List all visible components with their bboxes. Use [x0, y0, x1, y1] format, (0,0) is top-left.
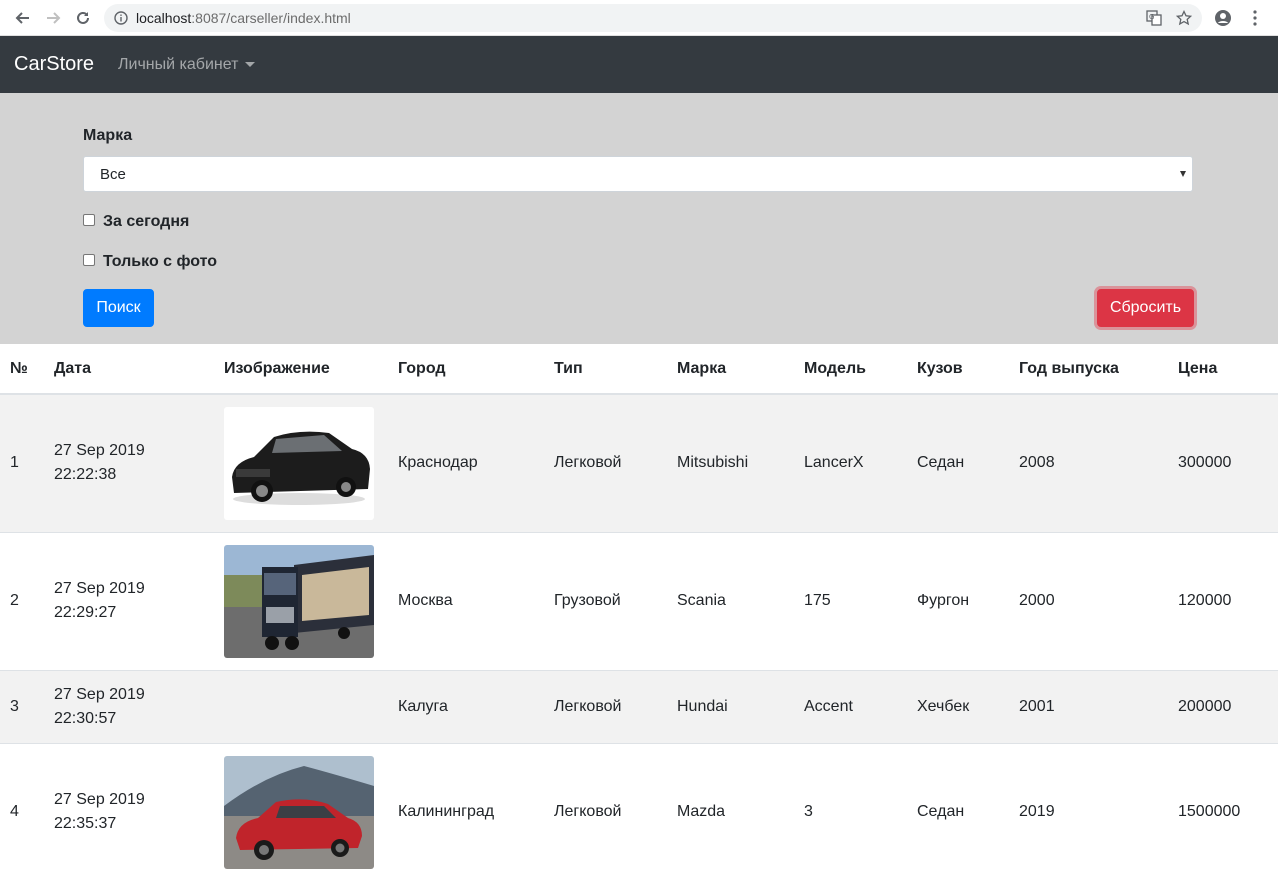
row-price: 300000 [1168, 393, 1278, 532]
forward-arrow-icon[interactable] [38, 3, 68, 33]
search-button[interactable]: Поиск [83, 289, 154, 327]
kebab-menu-icon[interactable] [1246, 9, 1264, 27]
select-arrow-icon [1180, 171, 1186, 177]
caret-down-icon [245, 62, 256, 67]
row-year: 2008 [1009, 393, 1168, 532]
table-row[interactable]: 4 27 Sep 2019 22:35:37 Калининград Легков… [0, 742, 1278, 881]
row-model: 3 [794, 742, 907, 881]
header-brand: Марка [667, 344, 794, 395]
row-city: Краснодар [388, 393, 544, 532]
car-photo-red-hatchback [224, 755, 374, 869]
photo-checkbox[interactable] [83, 254, 95, 266]
url-text: localhost:8087/carseller/index.html [136, 9, 351, 26]
brand-link[interactable]: CarStore [14, 53, 94, 76]
photo-checkbox-label[interactable]: Только с фото [103, 253, 217, 271]
row-city: Москва [388, 531, 544, 670]
row-body: Хечбек [907, 669, 1009, 743]
header-image: Изображение [214, 344, 388, 395]
row-body: Седан [907, 393, 1009, 532]
header-body: Кузов [907, 344, 1009, 395]
row-datetime: 27 Sep 2019 22:30:57 [44, 669, 214, 743]
row-city: Калининград [388, 742, 544, 881]
reload-icon[interactable] [68, 3, 98, 33]
row-number: 4 [0, 742, 44, 881]
account-dropdown-label: Личный кабинет [118, 55, 239, 73]
table-header-row: № Дата Изображение Город Тип Марка Модел… [0, 344, 1278, 395]
row-image-cell [214, 669, 388, 743]
row-body: Седан [907, 742, 1009, 881]
row-image-cell [214, 531, 388, 670]
row-model: 175 [794, 531, 907, 670]
row-year: 2001 [1009, 669, 1168, 743]
reset-button[interactable]: Сбросить [1097, 289, 1194, 327]
row-number: 3 [0, 669, 44, 743]
today-filter: За сегодня [83, 213, 189, 231]
brand-select-value: Все [100, 165, 126, 183]
row-price: 200000 [1168, 669, 1278, 743]
row-brand: Mitsubishi [667, 393, 794, 532]
header-type: Тип [544, 344, 667, 395]
info-icon[interactable] [114, 10, 128, 25]
row-brand: Hundai [667, 669, 794, 743]
row-datetime: 27 Sep 2019 22:22:38 [44, 393, 214, 532]
today-checkbox[interactable] [83, 214, 95, 226]
row-price: 120000 [1168, 531, 1278, 670]
row-model: Accent [794, 669, 907, 743]
row-datetime: 27 Sep 2019 22:29:27 [44, 531, 214, 670]
header-number: № [0, 344, 44, 395]
address-bar[interactable]: localhost:8087/carseller/index.html G [104, 3, 1202, 32]
header-year: Год выпуска [1009, 344, 1168, 395]
row-number: 1 [0, 393, 44, 532]
header-date: Дата [44, 344, 214, 395]
row-type: Легковой [544, 393, 667, 532]
header-city: Город [388, 344, 544, 395]
row-image-cell [214, 742, 388, 881]
car-photo-black-sedan [224, 406, 374, 520]
table-row[interactable]: 3 27 Sep 2019 22:30:57 Калуга Легковой Hu… [0, 669, 1278, 743]
header-price: Цена [1168, 344, 1278, 395]
svg-text:G: G [1149, 13, 1154, 21]
today-checkbox-label[interactable]: За сегодня [103, 213, 189, 231]
photo-filter: Только с фото [83, 253, 217, 271]
star-icon[interactable] [1176, 9, 1192, 26]
account-icon[interactable] [1214, 9, 1232, 27]
table-row[interactable]: 2 27 Sep 2019 22:29:27 Москва Грузовой S… [0, 531, 1278, 670]
listings-table: № Дата Изображение Город Тип Марка Модел… [0, 344, 1278, 881]
back-arrow-icon[interactable] [8, 3, 38, 33]
truck-photo [224, 544, 374, 658]
brand-filter-label: Марка [83, 127, 133, 144]
brand-select[interactable]: Все [83, 156, 1193, 192]
translate-icon[interactable]: G [1146, 9, 1162, 26]
row-brand: Mazda [667, 742, 794, 881]
app-navbar: CarStore Личный кабинет [0, 36, 1278, 93]
row-year: 2000 [1009, 531, 1168, 670]
row-type: Легковой [544, 669, 667, 743]
row-image-cell [214, 393, 388, 532]
browser-toolbar: localhost:8087/carseller/index.html G [0, 0, 1278, 36]
row-price: 1500000 [1168, 742, 1278, 881]
row-brand: Scania [667, 531, 794, 670]
row-city: Калуга [388, 669, 544, 743]
row-number: 2 [0, 531, 44, 670]
row-datetime: 27 Sep 2019 22:35:37 [44, 742, 214, 881]
row-body: Фургон [907, 531, 1009, 670]
table-row[interactable]: 1 27 Sep 2019 22:22:38 Краснодар Легковой… [0, 393, 1278, 532]
row-year: 2019 [1009, 742, 1168, 881]
row-type: Грузовой [544, 531, 667, 670]
filter-panel: Марка Все За сегодня Только с фото Поиск… [0, 93, 1278, 344]
header-model: Модель [794, 344, 907, 395]
account-dropdown[interactable]: Личный кабинет [118, 55, 256, 74]
row-model: LancerX [794, 393, 907, 532]
row-type: Легковой [544, 742, 667, 881]
